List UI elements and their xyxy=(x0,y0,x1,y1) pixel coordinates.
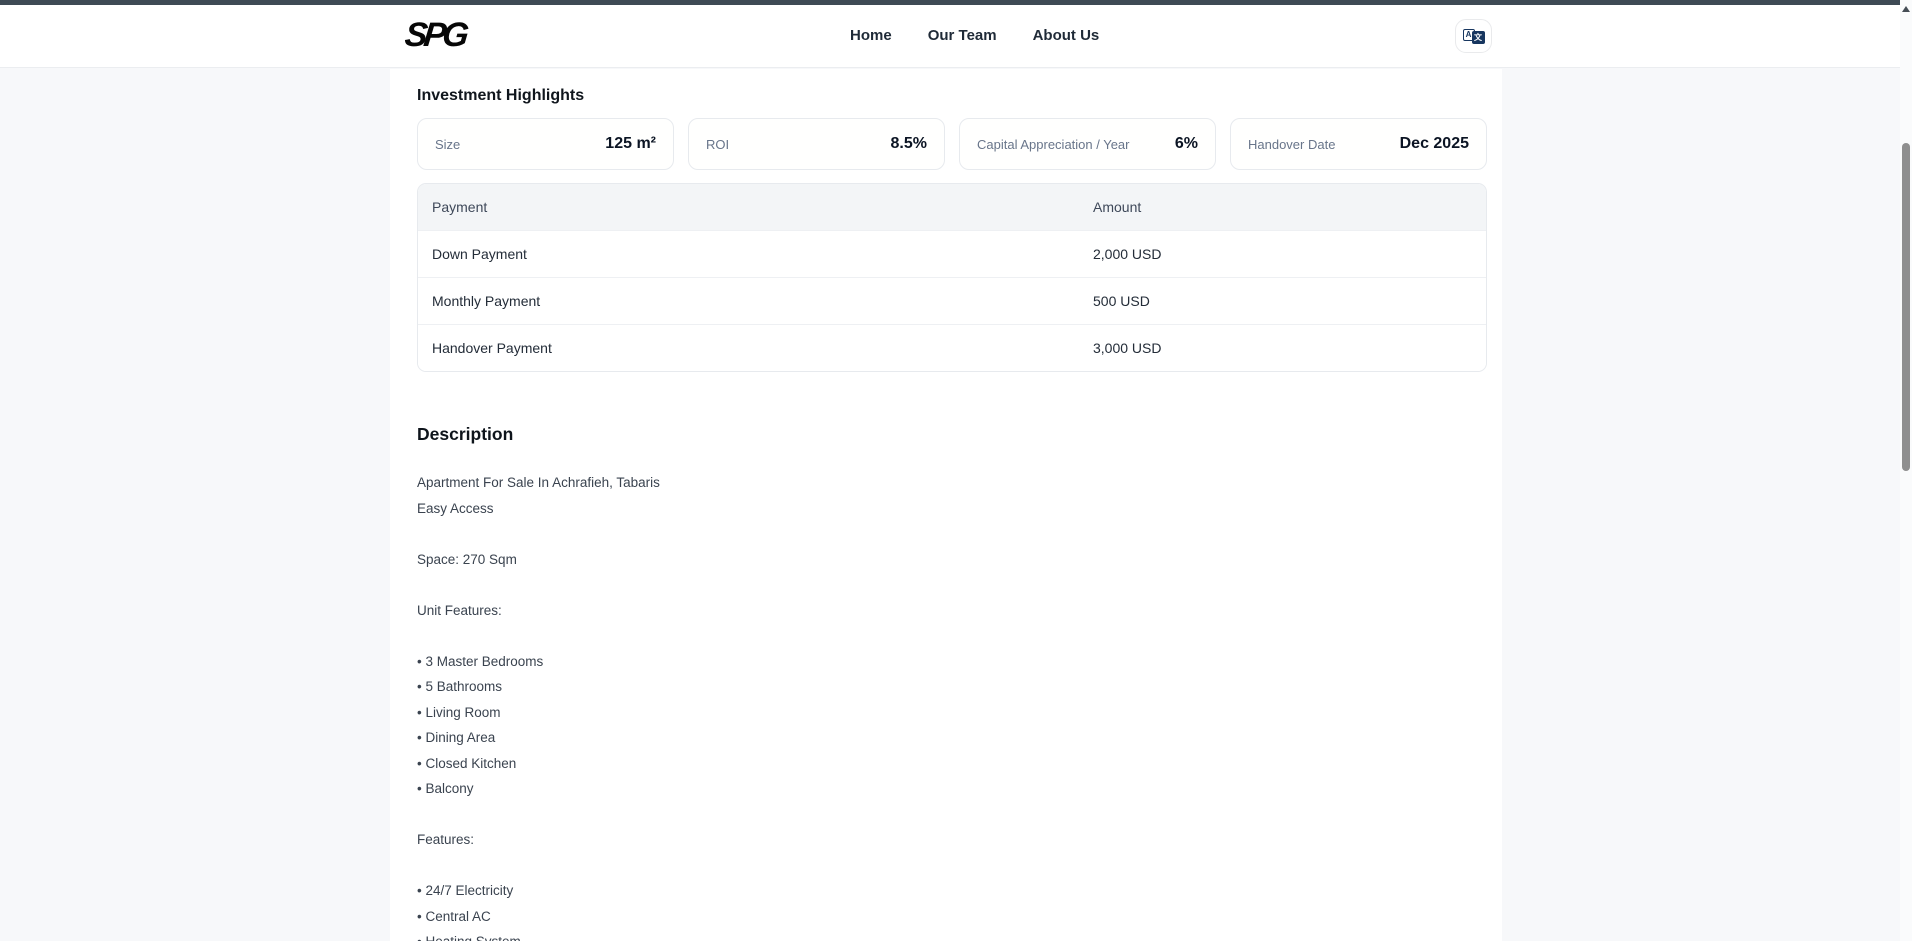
payment-cell: Down Payment xyxy=(418,246,1093,262)
language-toggle-button[interactable]: A 文 xyxy=(1455,19,1492,53)
stat-value: 6% xyxy=(1175,135,1198,153)
description-line: Space: 270 Sqm xyxy=(417,547,1487,573)
description-line: Apartment For Sale In Achrafieh, Tabaris xyxy=(417,470,1487,496)
stat-card-handover-date: Handover Date Dec 2025 xyxy=(1230,118,1487,170)
description-line: • 5 Bathrooms xyxy=(417,674,1487,700)
translate-icon: A 文 xyxy=(1463,28,1485,45)
stat-card-size: Size 125 m² xyxy=(417,118,674,170)
payment-table: Payment Amount Down Payment 2,000 USD Mo… xyxy=(417,183,1487,372)
stat-card-capital-appreciation: Capital Appreciation / Year 6% xyxy=(959,118,1216,170)
table-row: Down Payment 2,000 USD xyxy=(418,230,1486,277)
column-header-amount: Amount xyxy=(1093,199,1486,215)
scrollbar[interactable] xyxy=(1900,0,1912,941)
description-line: Easy Access xyxy=(417,496,1487,522)
stat-label: Handover Date xyxy=(1248,137,1335,152)
stat-value: 125 m² xyxy=(605,135,656,153)
stat-label: ROI xyxy=(706,137,729,152)
description-line: • Living Room xyxy=(417,700,1487,726)
description-line: • Dining Area xyxy=(417,725,1487,751)
payment-cell: Monthly Payment xyxy=(418,293,1093,309)
scrollbar-up-arrow[interactable] xyxy=(1902,6,1910,12)
description-line xyxy=(417,623,1487,649)
description-title: Description xyxy=(417,424,1487,445)
stat-label: Size xyxy=(435,137,460,152)
nav-link-home[interactable]: Home xyxy=(850,27,892,44)
table-row: Handover Payment 3,000 USD xyxy=(418,324,1486,371)
description-line: • 3 Master Bedrooms xyxy=(417,649,1487,675)
description-line: Unit Features: xyxy=(417,598,1487,624)
stat-value: 8.5% xyxy=(891,135,927,153)
stat-label: Capital Appreciation / Year xyxy=(977,137,1130,152)
payment-table-header: Payment Amount xyxy=(418,184,1486,230)
amount-cell: 500 USD xyxy=(1093,293,1486,309)
header: SPG Home Our Team About Us A 文 xyxy=(0,5,1912,68)
description-line: Features: xyxy=(417,827,1487,853)
nav-link-our-team[interactable]: Our Team xyxy=(928,27,997,44)
logo[interactable]: SPG xyxy=(403,16,467,55)
amount-cell: 3,000 USD xyxy=(1093,340,1486,356)
description-line: • 24/7 Electricity xyxy=(417,878,1487,904)
stat-card-roi: ROI 8.5% xyxy=(688,118,945,170)
description-text: Apartment For Sale In Achrafieh, Tabaris… xyxy=(417,470,1487,941)
description-line xyxy=(417,802,1487,828)
description-line: • Balcony xyxy=(417,776,1487,802)
description-line xyxy=(417,572,1487,598)
stats-row: Size 125 m² ROI 8.5% Capital Appreciatio… xyxy=(417,118,1487,170)
payment-cell: Handover Payment xyxy=(418,340,1093,356)
description-line: • Heating System xyxy=(417,929,1487,941)
description-line xyxy=(417,521,1487,547)
column-header-payment: Payment xyxy=(418,199,1093,215)
property-details-panel: Investment Highlights Size 125 m² ROI 8.… xyxy=(390,69,1502,941)
description-line xyxy=(417,853,1487,879)
investment-highlights-title: Investment Highlights xyxy=(417,86,1487,105)
main-nav: Home Our Team About Us xyxy=(850,27,1099,44)
stat-value: Dec 2025 xyxy=(1400,135,1469,153)
nav-link-about-us[interactable]: About Us xyxy=(1033,27,1100,44)
amount-cell: 2,000 USD xyxy=(1093,246,1486,262)
translate-icon-cjk: 文 xyxy=(1472,31,1485,44)
scrollbar-thumb[interactable] xyxy=(1902,143,1910,471)
description-line: • Central AC xyxy=(417,904,1487,930)
table-row: Monthly Payment 500 USD xyxy=(418,277,1486,324)
description-line: • Closed Kitchen xyxy=(417,751,1487,777)
